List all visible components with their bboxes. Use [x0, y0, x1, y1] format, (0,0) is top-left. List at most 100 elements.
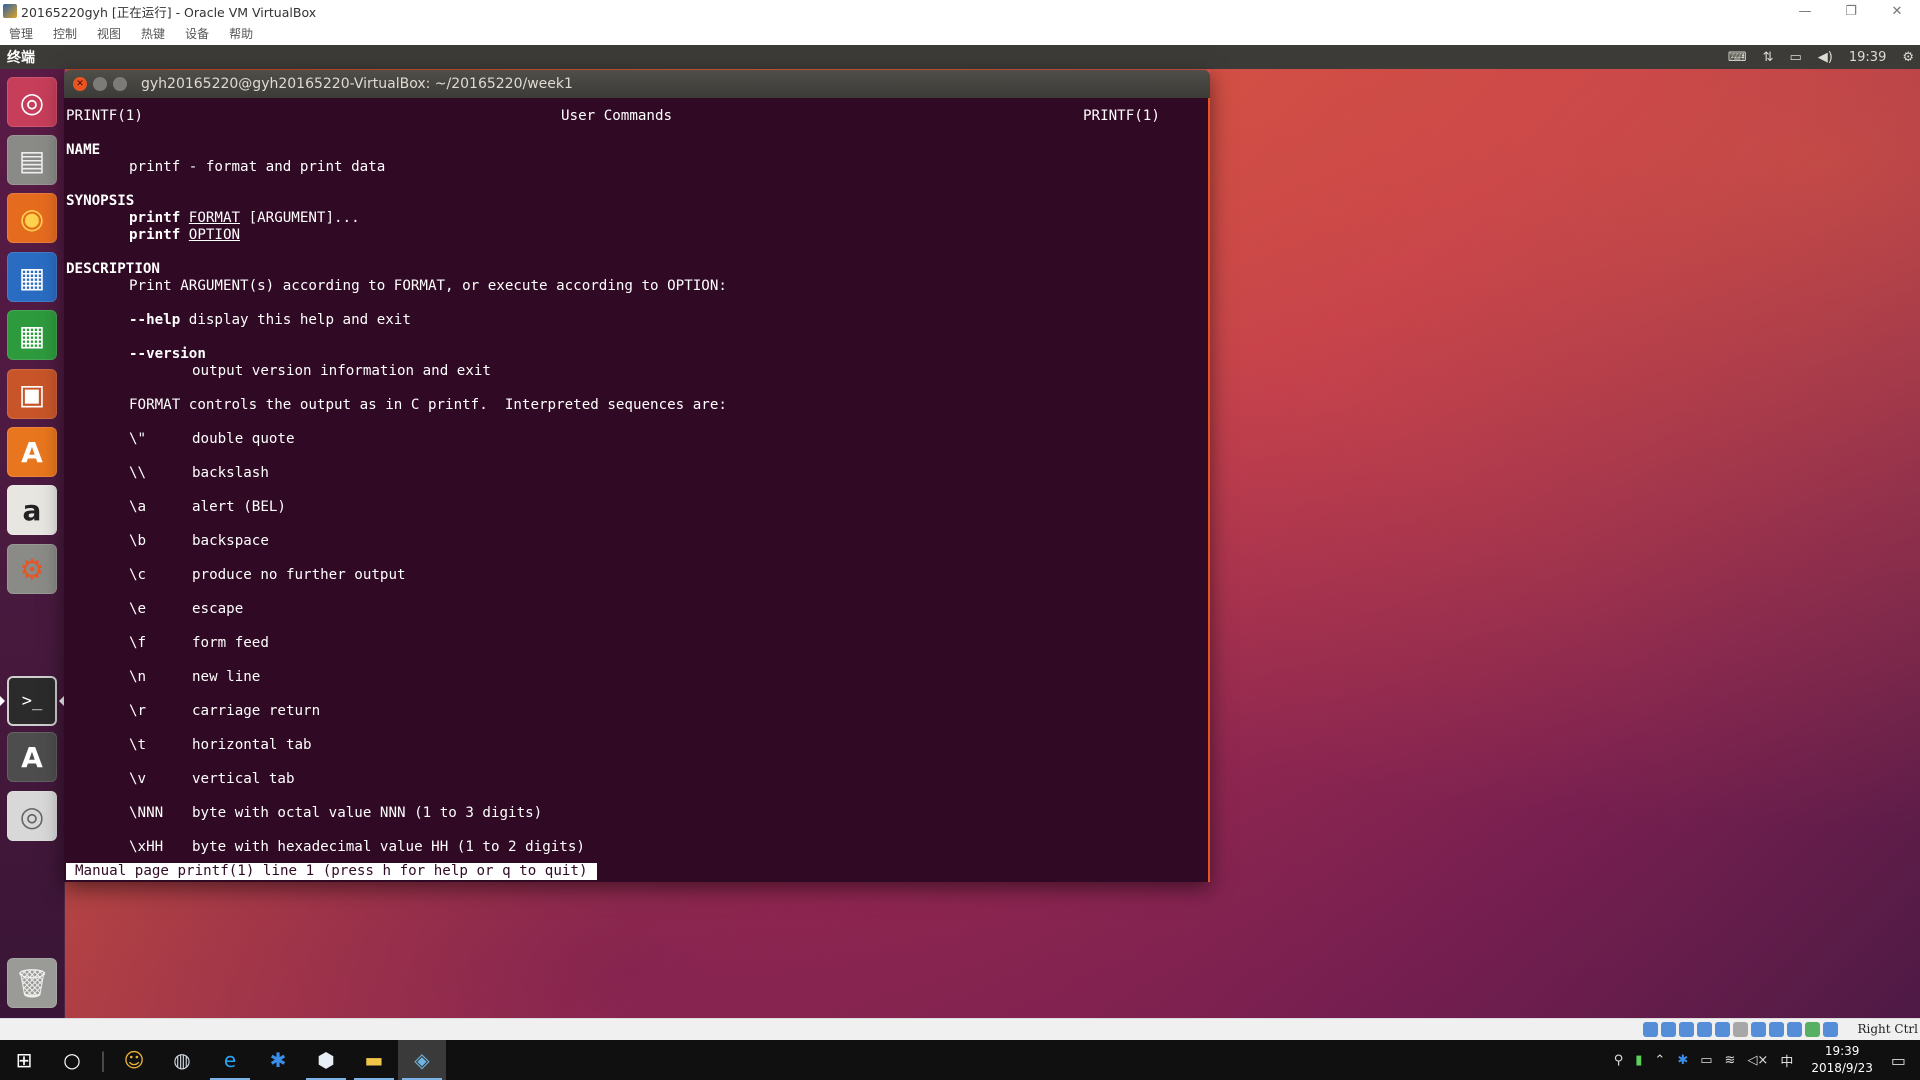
optical-drive-icon[interactable] — [1661, 1022, 1676, 1037]
taskbar-date: 2018/9/23 — [1811, 1061, 1873, 1075]
synopsis-cmd-2: printf — [129, 227, 181, 243]
taskbar-clock[interactable]: 19:39 2018/9/23 — [1811, 1043, 1873, 1077]
vm-device-icons — [1643, 1022, 1838, 1037]
synopsis-line-1: printf FORMAT [ARGUMENT]... — [129, 210, 360, 227]
version-option: --version — [129, 346, 206, 362]
indicator-area: ⌨ ⇅ ▭ ◀) 19:39 ⚙ — [1728, 45, 1914, 69]
file-explorer-icon[interactable]: ▬ — [350, 1040, 398, 1080]
escape-seq: \" — [129, 431, 147, 447]
ime-indicator[interactable]: 中 — [1780, 1051, 1793, 1070]
ubuntu-software-icon[interactable]: A — [7, 427, 57, 477]
panel-clock[interactable]: 19:39 — [1849, 50, 1886, 65]
keyboard-icon[interactable]: ⌨ — [1728, 50, 1747, 65]
wifi-icon[interactable]: ≋ — [1725, 1053, 1736, 1068]
bluetooth-icon[interactable]: ✱ — [1677, 1053, 1688, 1068]
minimize-icon[interactable] — [93, 77, 107, 91]
terminal-content[interactable]: PRINTF(1) User Commands PRINTF(1) NAME p… — [64, 98, 1210, 882]
maximize-icon[interactable] — [113, 77, 127, 91]
synopsis-option-arg: OPTION — [188, 227, 241, 243]
section-name-heading: NAME — [66, 142, 101, 158]
display-icon[interactable] — [1751, 1022, 1766, 1037]
battery-tray-icon[interactable]: ▮ — [1635, 1053, 1642, 1068]
escape-seq: \t — [129, 737, 147, 753]
man-header-left: PRINTF(1) — [66, 108, 143, 124]
menu-view[interactable]: 视图 — [97, 25, 121, 42]
people-icon[interactable]: ⚲ — [1614, 1053, 1624, 1068]
virtualbox-statusbar: Right Ctrl — [0, 1018, 1920, 1041]
virtualbox-window-title: 20165220gyh [正在运行] - Oracle VM VirtualBo… — [21, 4, 317, 20]
system-settings-icon[interactable]: ⚙ — [7, 544, 57, 594]
terminal-titlebar[interactable]: ✕ gyh20165220@gyh20165220-VirtualBox: ~/… — [64, 70, 1210, 98]
power-icon[interactable]: ▭ — [1700, 1053, 1712, 1068]
software-updater-icon[interactable]: A — [7, 732, 57, 782]
virtualbox-app-icon — [3, 4, 17, 18]
escape-desc: backspace — [192, 533, 269, 549]
escape-desc: byte with hexadecimal value HH (1 to 2 d… — [192, 839, 585, 855]
taskbar-separator: | — [99, 1048, 107, 1072]
menu-hotkeys[interactable]: 热键 — [141, 25, 165, 42]
escape-seq: \a — [129, 499, 147, 515]
browser-icon[interactable]: e — [206, 1040, 254, 1080]
keyboard-capture-icon[interactable] — [1823, 1022, 1838, 1037]
menu-control[interactable]: 控制 — [53, 25, 77, 42]
escape-seq: \xHH — [129, 839, 164, 855]
escape-desc: carriage return — [192, 703, 321, 719]
escape-desc: escape — [192, 601, 244, 617]
active-app-name[interactable]: 终端 — [7, 47, 35, 67]
escape-desc: double quote — [192, 431, 295, 447]
menu-help[interactable]: 帮助 — [229, 25, 253, 42]
network-icon[interactable]: ⇅ — [1763, 50, 1774, 65]
libreoffice-impress-icon[interactable]: ▣ — [7, 369, 57, 419]
ubuntu-top-panel: 终端 ⌨ ⇅ ▭ ◀) 19:39 ⚙ — [0, 45, 1920, 69]
pager-status-line: Manual page printf(1) line 1 (press h fo… — [66, 863, 597, 880]
shared-folders-icon[interactable] — [1733, 1022, 1748, 1037]
man-header-right: PRINTF(1) — [1083, 108, 1160, 124]
trash-icon[interactable]: 🗑 — [7, 958, 57, 1008]
mute-icon[interactable]: ◁× — [1747, 1053, 1768, 1068]
hard-disk-icon[interactable] — [1643, 1022, 1658, 1037]
cube-app-icon[interactable]: ⬢ — [302, 1040, 350, 1080]
action-center-icon[interactable]: ▭ — [1891, 1051, 1906, 1070]
battery-icon[interactable]: ▭ — [1790, 50, 1802, 65]
format-line: FORMAT controls the output as in C print… — [129, 397, 727, 413]
ubuntu-dash-icon[interactable]: ◎ — [7, 77, 57, 127]
libreoffice-calc-icon[interactable]: ▦ — [7, 310, 57, 360]
bluetooth-app-icon[interactable]: ✱ — [254, 1040, 302, 1080]
restore-button[interactable]: ❐ — [1828, 0, 1874, 22]
video-capture-icon[interactable] — [1769, 1022, 1784, 1037]
cortana-search-icon[interactable]: ○ — [48, 1040, 96, 1080]
help-option: --help — [129, 312, 181, 328]
chevron-up-icon[interactable]: ⌃ — [1654, 1053, 1665, 1068]
escape-seq: \c — [129, 567, 147, 583]
windows-start-icon[interactable]: ⊞ — [0, 1040, 48, 1080]
steam-icon[interactable]: ◍ — [158, 1040, 206, 1080]
minimize-button[interactable]: — — [1782, 0, 1828, 22]
audio-icon[interactable] — [1679, 1022, 1694, 1037]
files-icon[interactable]: ▤ — [7, 135, 57, 185]
firefox-icon[interactable]: ◉ — [7, 193, 57, 243]
usb-icon[interactable] — [1715, 1022, 1730, 1037]
escape-desc: new line — [192, 669, 261, 685]
libreoffice-writer-icon[interactable]: ▦ — [7, 252, 57, 302]
gear-icon[interactable]: ⚙ — [1902, 50, 1914, 65]
virtualbox-taskbar-icon[interactable]: ◈ — [398, 1040, 446, 1080]
close-button[interactable]: ✕ — [1874, 0, 1920, 22]
dvd-icon[interactable]: ◎ — [7, 791, 57, 841]
terminal-title: gyh20165220@gyh20165220-VirtualBox: ~/20… — [141, 76, 573, 92]
escape-desc: vertical tab — [192, 771, 295, 787]
close-icon[interactable]: ✕ — [73, 77, 87, 91]
escape-seq: \f — [129, 635, 147, 651]
amazon-icon[interactable]: a — [7, 485, 57, 535]
synopsis-format-arg: FORMAT — [188, 210, 241, 226]
cpu-icon[interactable] — [1787, 1022, 1802, 1037]
taskbar-time: 19:39 — [1824, 1044, 1860, 1058]
terminal-icon[interactable]: >_ — [7, 676, 57, 726]
app-icon[interactable]: ☺ — [110, 1040, 158, 1080]
network-adapter-icon[interactable] — [1697, 1022, 1712, 1037]
menu-devices[interactable]: 设备 — [185, 25, 209, 42]
virtualbox-titlebar: 20165220gyh [正在运行] - Oracle VM VirtualBo… — [0, 0, 1920, 22]
volume-icon[interactable]: ◀) — [1818, 50, 1833, 65]
mouse-integration-icon[interactable] — [1805, 1022, 1820, 1037]
menu-manage[interactable]: 管理 — [9, 25, 33, 42]
name-line: printf - format and print data — [129, 159, 386, 175]
